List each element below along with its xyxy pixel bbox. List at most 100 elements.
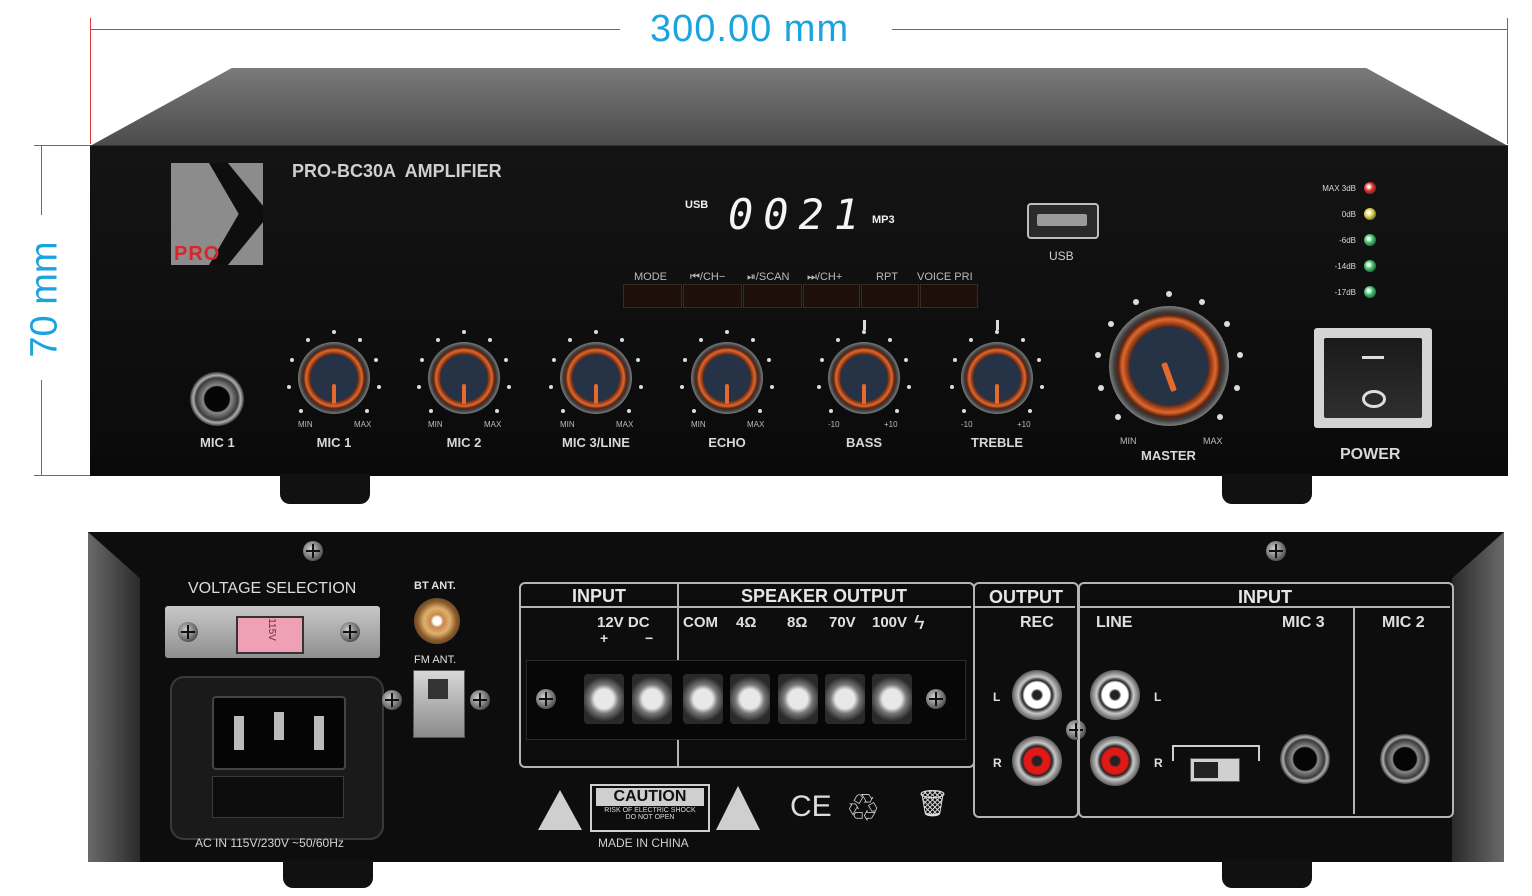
rec-left-jack[interactable] <box>1012 670 1062 720</box>
speaker-term-70v: 70V <box>829 614 856 631</box>
voltage-screw-left <box>178 622 198 642</box>
rear-side-left <box>88 532 140 862</box>
button-label-prev: ⏮/CH− <box>690 271 726 283</box>
knob-scale-dot <box>949 384 954 389</box>
line-right-jack[interactable] <box>1090 736 1140 786</box>
width-tick-left <box>90 18 91 144</box>
meter-label: -6dB <box>1339 236 1356 245</box>
knob-scale-dot <box>416 384 421 389</box>
button-label-next: ⏭/CH+ <box>807 271 843 283</box>
knob-scale-dot <box>679 384 684 389</box>
mic-1-max-label: MAX <box>354 420 372 429</box>
ac-inlet[interactable] <box>170 676 384 840</box>
meter-led <box>1364 286 1376 298</box>
speaker-term-100v: 100V <box>872 614 908 631</box>
master-scale-dot <box>1107 320 1114 327</box>
mic2-jack[interactable] <box>1380 734 1430 784</box>
knob-scale-dot <box>289 358 294 363</box>
speaker-terminal-100v[interactable] <box>872 674 912 724</box>
dc-terminal-plus[interactable] <box>584 674 624 724</box>
height-tick-bottom <box>34 475 92 476</box>
front-foot-left <box>280 474 370 504</box>
fm-antenna-connector[interactable] <box>413 670 465 738</box>
rec-label: REC <box>1020 614 1054 631</box>
speaker-terminal-8ohm[interactable] <box>778 674 818 724</box>
knob-scale-dot <box>487 337 492 342</box>
mic-2-knob-pointer <box>462 384 466 404</box>
knob-scale-dot <box>286 384 291 389</box>
bt-antenna-label: BT ANT. <box>414 580 456 592</box>
lightning-icon: ϟ <box>914 612 925 634</box>
knob-scale-dot <box>494 408 499 413</box>
treble-knob-pointer <box>995 384 999 404</box>
play-scan-button[interactable] <box>743 284 802 308</box>
dc-voltage-label: 12V DC <box>597 614 650 631</box>
line-left-label: L <box>1154 690 1162 704</box>
knob-scale-dot <box>1027 408 1032 413</box>
mic-3-line-knob-pointer <box>594 384 598 404</box>
mic2-label: MIC 2 <box>1382 614 1425 631</box>
front-foot-right <box>1222 474 1312 504</box>
bt-antenna-connector[interactable] <box>414 598 460 644</box>
knob-scale-dot <box>682 358 687 363</box>
rpt-button[interactable] <box>861 284 919 308</box>
mode-button[interactable] <box>623 284 682 308</box>
prev-button[interactable] <box>683 284 742 308</box>
bass-center-marker <box>863 320 866 330</box>
meter-led <box>1364 234 1376 246</box>
height-tick-top <box>34 145 92 146</box>
width-dimension-line-left <box>90 29 620 30</box>
master-scale-dot <box>1216 413 1223 420</box>
master-scale-dot <box>1166 291 1172 297</box>
button-label-mode: MODE <box>634 271 667 283</box>
meter-label: 0dB <box>1341 210 1356 219</box>
next-button[interactable] <box>803 284 860 308</box>
voltage-switch[interactable]: 115V <box>236 616 304 654</box>
voltage-screw-right <box>340 622 360 642</box>
height-dimension-label: 70 mm <box>23 241 66 358</box>
master-scale-dot <box>1237 351 1244 358</box>
knob-scale-dot <box>364 408 369 413</box>
button-label-rpt: RPT <box>876 271 898 283</box>
caution-line2: DO NOT OPEN <box>625 814 675 821</box>
logo-text: PRO <box>174 243 221 265</box>
master-scale-dot <box>1224 320 1231 327</box>
display-digits: 0021 <box>728 190 870 239</box>
knob-scale-dot <box>357 337 362 342</box>
line-mic3-slide-switch[interactable] <box>1190 758 1240 782</box>
master-scale-dot <box>1094 351 1101 358</box>
input-divider <box>1353 608 1355 814</box>
knob-scale-dot <box>725 330 729 334</box>
voice-pri-button[interactable] <box>920 284 978 308</box>
echo-min-label: MIN <box>691 420 706 429</box>
mic3-jack[interactable] <box>1280 734 1330 784</box>
meter-led <box>1364 208 1376 220</box>
display-source-label: USB <box>685 199 709 211</box>
mic-1-knob-pointer <box>332 384 336 404</box>
speaker-output-title: SPEAKER OUTPUT <box>740 586 908 606</box>
rear-top-screw-right <box>1266 541 1286 561</box>
terminal-mount-screw-right <box>926 689 946 709</box>
master-knob[interactable] <box>1109 306 1229 426</box>
power-switch[interactable] <box>1314 328 1432 428</box>
power-label: POWER <box>1340 446 1401 463</box>
speaker-terminal-4ohm[interactable] <box>730 674 770 724</box>
height-dimension-line-bottom <box>41 380 42 475</box>
treble-min-label: -10 <box>961 420 973 429</box>
dc-terminal-minus[interactable] <box>632 674 672 724</box>
button-label-play: ⏯/SCAN <box>747 271 790 283</box>
rear-top-screw-left <box>303 541 323 561</box>
knob-scale-dot <box>816 384 821 389</box>
line-left-jack[interactable] <box>1090 670 1140 720</box>
master-min-label: MIN <box>1120 436 1137 446</box>
rec-right-jack[interactable] <box>1012 736 1062 786</box>
knob-scale-dot <box>594 330 598 334</box>
amplifier-top-face <box>90 68 1508 146</box>
speaker-terminal-70v[interactable] <box>825 674 865 724</box>
caution-title: CAUTION <box>596 788 704 806</box>
speaker-terminal-com[interactable] <box>683 674 723 724</box>
usb-port[interactable] <box>1027 203 1099 239</box>
echo-max-label: MAX <box>747 420 765 429</box>
mic1-jack[interactable] <box>190 372 244 426</box>
dc-minus-label: − <box>645 630 654 646</box>
